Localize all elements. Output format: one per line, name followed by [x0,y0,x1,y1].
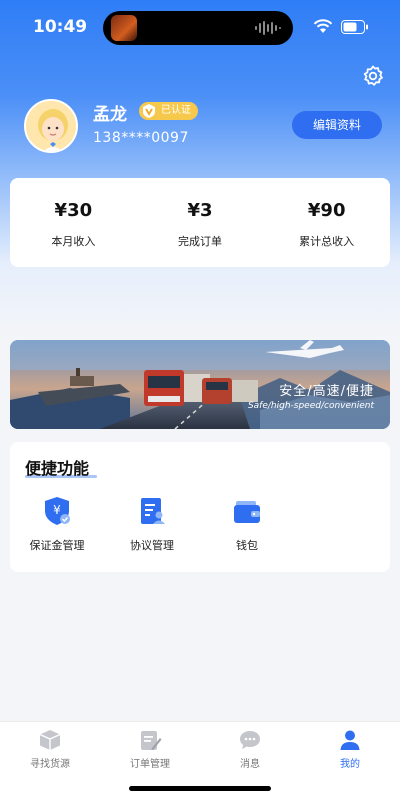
profile-icon [340,730,360,750]
verified-v-icon [143,104,155,118]
agreement-icon [141,498,165,524]
verified-badge: 已认证 [139,102,198,120]
quick-action-label: 保证金管理 [29,539,85,552]
tab-mine[interactable]: 我的 [300,728,400,770]
home-indicator [129,786,271,791]
tab-label: 消息 [240,759,260,770]
settings-gear-icon[interactable] [361,64,385,88]
quick-actions-title: 便捷功能 [25,459,90,478]
avatar[interactable] [24,99,78,153]
verified-label: 已认证 [161,105,191,116]
income-stats-card: ¥30 本月收入 ¥3 完成订单 ¥90 累计总收入 [10,178,390,267]
banner-title: 安全/高速/便捷 [279,384,374,399]
app-activity-icon [111,15,137,41]
stat-value: ¥30 [54,200,93,221]
stat-value: ¥3 [187,200,213,221]
stat-label: 本月收入 [51,235,96,248]
phone-number: 138****0097 [93,130,189,146]
stat-label: 完成订单 [178,235,222,248]
banner-subtitle: Safe/high-speed/convenient [247,401,374,411]
wallet-icon [234,501,260,523]
stat-value: ¥90 [307,200,346,221]
stat-label: 累计总收入 [299,235,355,248]
quick-action-label: 钱包 [236,539,258,552]
quick-actions-card: 便捷功能 ¥ 保证金管理 协议管理 钱包 [10,442,390,572]
stat-completed-orders[interactable]: ¥3 完成订单 [137,178,264,267]
tab-label: 我的 [340,759,360,770]
tab-label: 寻找货源 [30,759,70,770]
svg-text:¥: ¥ [53,503,61,517]
tab-messages[interactable]: 消息 [200,728,300,770]
status-bar: 10:49 [0,0,400,54]
stat-total-income[interactable]: ¥90 累计总收入 [263,178,390,267]
box-icon [39,730,61,750]
quick-action-deposit[interactable]: ¥ 保证金管理 [12,495,102,553]
user-name: 孟龙 [93,105,127,125]
deposit-shield-icon: ¥ [45,497,70,525]
quick-action-agreement[interactable]: 协议管理 [107,495,197,553]
status-time: 10:49 [33,17,88,37]
dynamic-island [103,11,293,45]
battery-icon [341,20,368,34]
stat-monthly-income[interactable]: ¥30 本月收入 [10,178,137,267]
promo-banner[interactable]: 安全/高速/便捷 Safe/high-speed/convenient [10,340,390,429]
message-icon [240,731,260,749]
quick-action-wallet[interactable]: 钱包 [202,495,292,553]
order-edit-icon [141,731,162,750]
tab-label: 订单管理 [130,759,170,770]
edit-profile-button[interactable]: 编辑资料 [292,111,382,139]
wifi-icon [313,19,333,33]
tab-find-cargo[interactable]: 寻找货源 [0,728,100,770]
audio-wave-icon [255,21,281,35]
quick-action-label: 协议管理 [130,539,174,552]
tab-order-management[interactable]: 订单管理 [100,728,200,770]
